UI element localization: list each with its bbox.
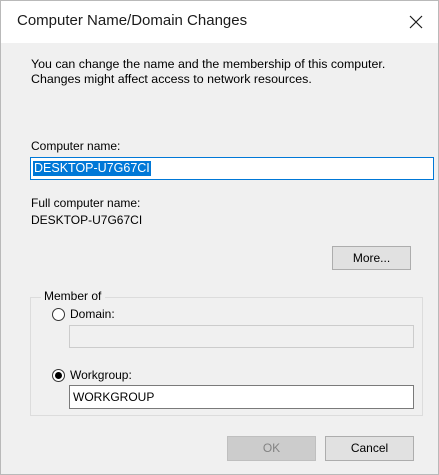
domain-radio[interactable] — [52, 308, 65, 321]
computer-name-input[interactable]: DESKTOP-U7G67CI — [30, 157, 434, 180]
computer-name-label: Computer name: — [31, 139, 121, 153]
ok-button[interactable]: OK — [227, 436, 316, 461]
workgroup-label[interactable]: Workgroup: — [70, 368, 132, 382]
workgroup-input[interactable]: WORKGROUP — [69, 385, 414, 409]
description-text: You can change the name and the membersh… — [31, 57, 386, 86]
cancel-button[interactable]: Cancel — [325, 436, 414, 461]
workgroup-radio[interactable] — [52, 369, 65, 382]
dialog-window: Computer Name/Domain Changes You can cha… — [0, 0, 439, 475]
radio-selected-dot — [55, 372, 62, 379]
window-title: Computer Name/Domain Changes — [17, 12, 248, 29]
domain-label[interactable]: Domain: — [70, 307, 115, 321]
member-of-legend: Member of — [41, 289, 106, 303]
more-button[interactable]: More... — [332, 246, 411, 270]
dialog-content: You can change the name and the membersh… — [1, 43, 438, 474]
close-icon — [409, 15, 423, 29]
full-computer-name-label: Full computer name: — [31, 196, 141, 210]
close-button[interactable] — [394, 1, 438, 43]
computer-name-value: DESKTOP-U7G67CI — [33, 161, 151, 176]
domain-input — [69, 325, 414, 348]
full-computer-name-value: DESKTOP-U7G67CI — [31, 213, 143, 227]
title-bar[interactable]: Computer Name/Domain Changes — [1, 1, 438, 43]
